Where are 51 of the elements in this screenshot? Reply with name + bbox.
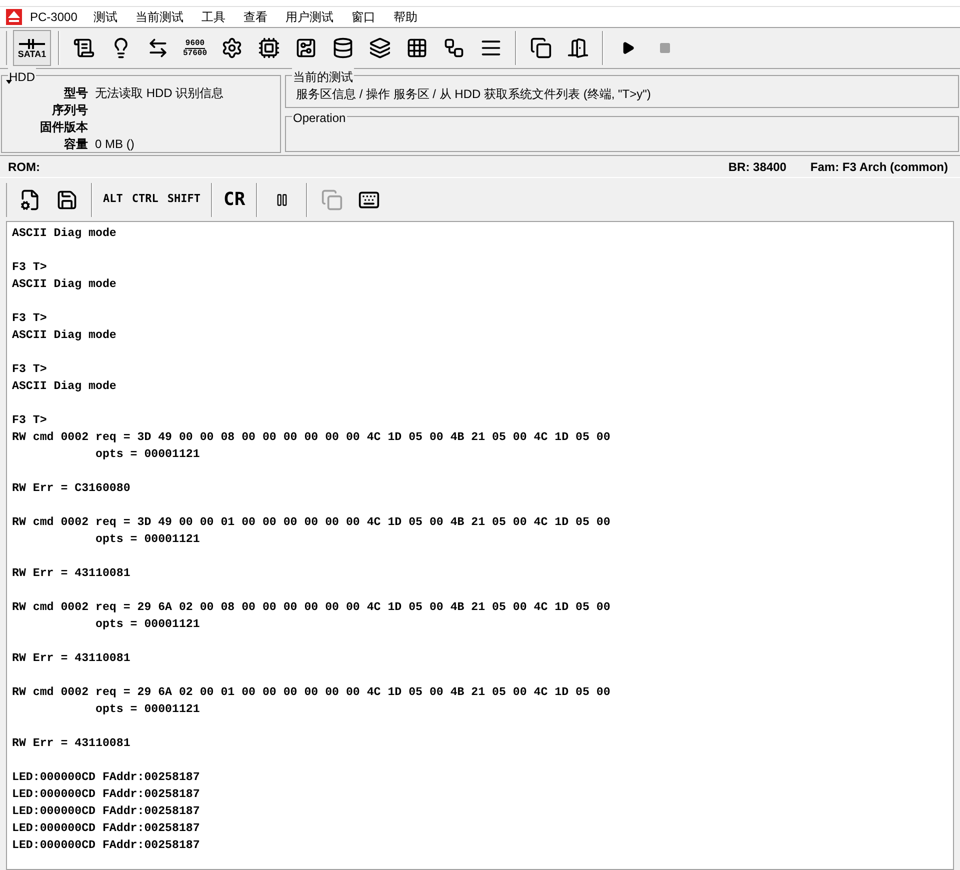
menu-item[interactable]: 工具 bbox=[199, 8, 228, 26]
terminal-line: opts = 00001121 bbox=[94, 617, 200, 633]
menu-item[interactable]: 测试 bbox=[91, 8, 120, 26]
modifier-key-button[interactable]: SHIFT bbox=[164, 182, 204, 216]
family-text: Fam: F3 Arch (common) bbox=[810, 158, 948, 176]
terminal-line: F3 T> bbox=[12, 362, 47, 378]
baud-rate-button[interactable]: 9600 57600 bbox=[178, 31, 212, 65]
terminal-line: opts = 00001121 bbox=[94, 532, 200, 548]
field-value: 0 MB () bbox=[95, 136, 134, 152]
terminal-line: ASCII Diag mode bbox=[12, 328, 116, 344]
terminal-line: opts = 00001121 bbox=[94, 702, 200, 718]
menu-item[interactable]: 窗口 bbox=[349, 8, 378, 26]
sata-port-button[interactable]: SATA1 bbox=[13, 30, 51, 66]
field-label: 型号 bbox=[63, 84, 88, 102]
terminal-line: RW cmd 0002 req = 3D 49 00 00 01 00 00 00 00 00 00 4C 1D 05 00 4B 21 05 00 4C 1D 05 00 bbox=[12, 515, 610, 531]
terminal-line: F3 T> bbox=[12, 413, 47, 429]
modifier-key-button[interactable]: ALT bbox=[100, 182, 126, 216]
rom-label: ROM: bbox=[8, 158, 40, 176]
terminal-line: RW Err = C3160080 bbox=[12, 481, 130, 497]
field-label: 固件版本 bbox=[39, 118, 88, 136]
terminal-line: LED:000000CD FAddr:00258187 bbox=[12, 821, 200, 837]
terminal-line: LED:000000CD FAddr:00258187 bbox=[12, 804, 200, 820]
terminal-line: RW cmd 0002 req = 3D 49 00 00 08 00 00 00 00 00 00 4C 1D 05 00 4B 21 05 00 4C 1D 05 00 bbox=[12, 430, 610, 446]
terminal-line: ASCII Diag mode bbox=[12, 379, 116, 395]
menu-item[interactable]: 当前测试 bbox=[133, 8, 186, 26]
modifier-key-button[interactable]: CTRL bbox=[128, 182, 162, 216]
terminal-line: RW cmd 0002 req = 29 6A 02 00 08 00 00 00 00 00 00 4C 1D 05 00 4B 21 05 00 4C 1D 05 00 bbox=[12, 600, 610, 616]
menu-item[interactable]: 用户测试 bbox=[283, 8, 336, 26]
carriage-return-button[interactable]: CR bbox=[220, 182, 250, 216]
terminal-line: LED:000000CD FAddr:00258187 bbox=[12, 838, 200, 854]
terminal-line: ASCII Diag mode bbox=[12, 277, 116, 293]
terminal-line: LED:000000CD FAddr:00258187 bbox=[12, 787, 200, 803]
field-value: 无法读取 HDD 识别信息 bbox=[95, 84, 224, 102]
connector-icon bbox=[19, 38, 45, 50]
menu-item[interactable]: 查看 bbox=[241, 8, 270, 26]
terminal-line: ASCII Diag mode bbox=[12, 226, 116, 242]
terminal-line: RW Err = 43110081 bbox=[12, 566, 130, 582]
terminal-line: opts = 00001121 bbox=[94, 447, 200, 463]
field-label: 容量 bbox=[63, 136, 88, 152]
terminal-line: F3 T> bbox=[12, 311, 47, 327]
dropdown-caret-icon bbox=[6, 80, 12, 84]
terminal-line: LED:000000CD FAddr:00258187 bbox=[12, 770, 200, 786]
app-menu[interactable]: PC-3000 bbox=[30, 8, 78, 26]
terminal-line: RW Err = 43110081 bbox=[12, 651, 130, 667]
terminal-line: RW Err = 43110081 bbox=[12, 736, 130, 752]
baud-rate-text: BR: 38400 bbox=[728, 158, 786, 176]
menu-item[interactable]: 帮助 bbox=[391, 8, 420, 26]
field-label: 序列号 bbox=[51, 102, 88, 118]
current-test-text: 服务区信息 / 操作 服务区 / 从 HDD 获取系统文件列表 (终端, "T>y") bbox=[296, 87, 651, 101]
terminal-line: RW cmd 0002 req = 29 6A 02 00 01 00 00 00 00 00 00 4C 1D 05 00 4B 21 05 00 4C 1D 05 00 bbox=[12, 685, 610, 701]
terminal-line: F3 T> bbox=[12, 260, 47, 276]
